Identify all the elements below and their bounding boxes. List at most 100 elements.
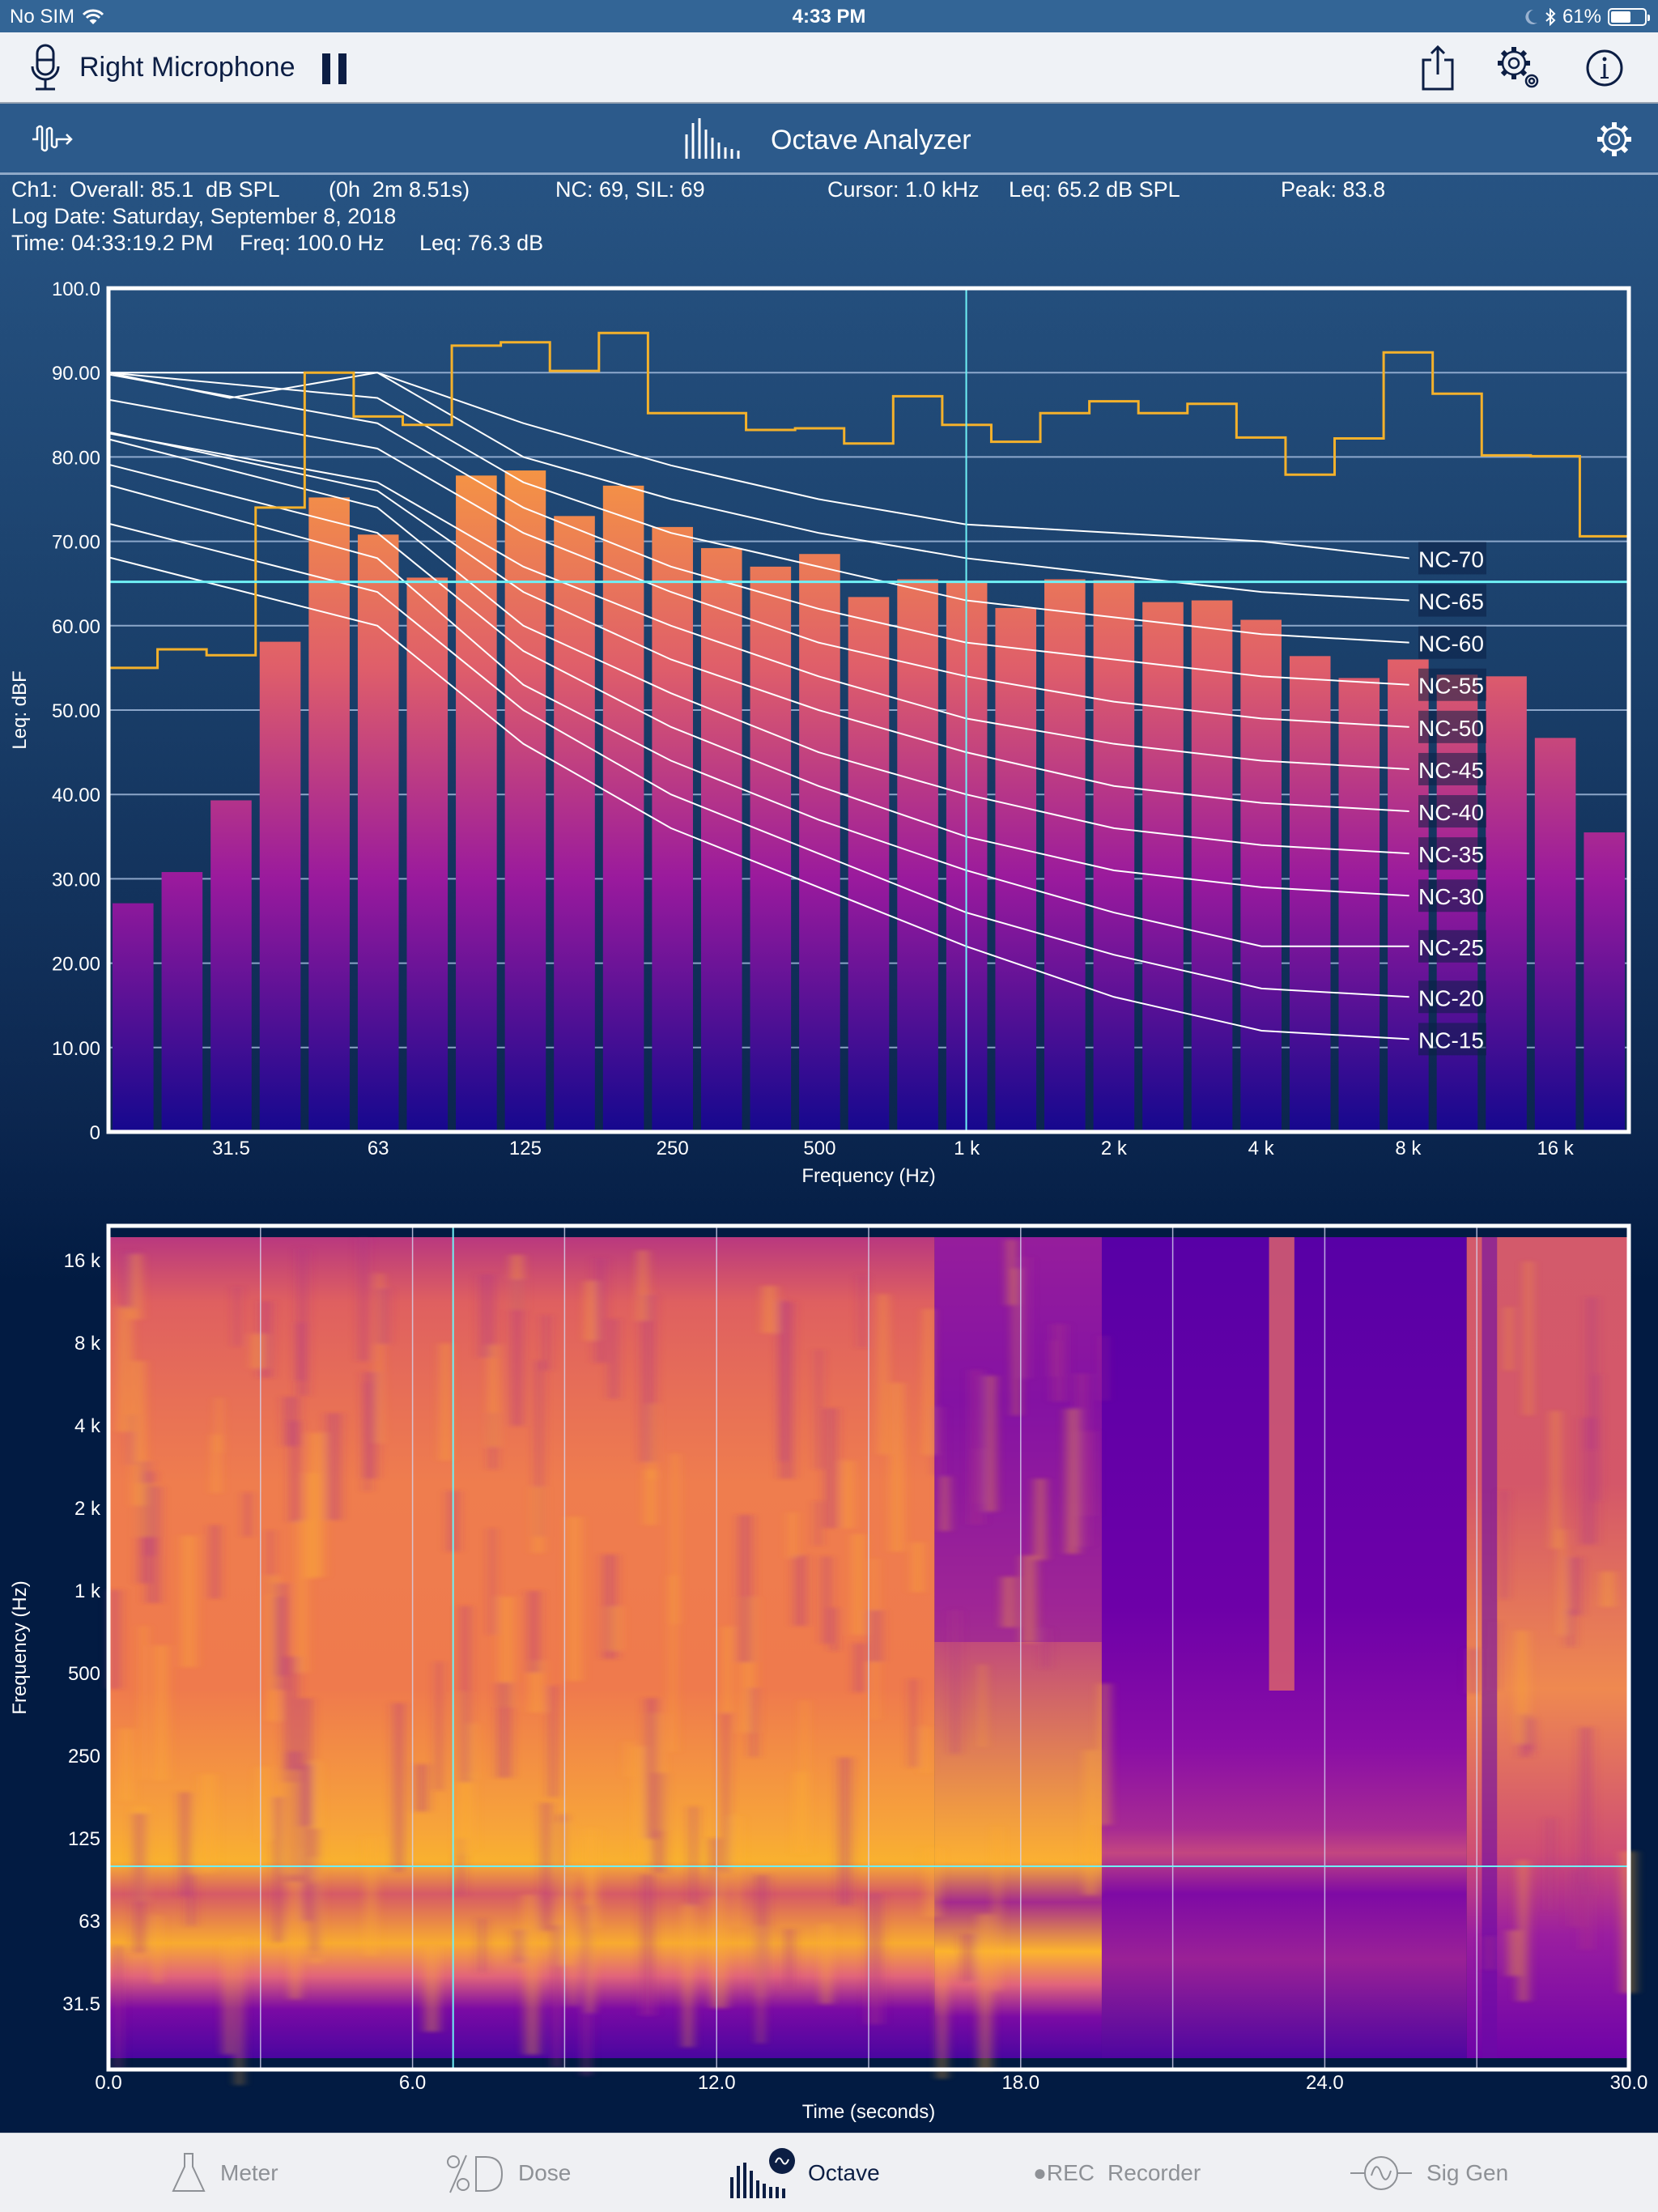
spectrogram-streak	[297, 1248, 308, 1397]
spectrogram-streak	[363, 1372, 378, 1479]
spectrogram-streak	[1022, 1257, 1030, 1379]
spectrogram-streak	[924, 1848, 941, 1917]
spectrogram-streak	[682, 1904, 693, 2048]
spectrogram-streak	[758, 1926, 763, 2044]
spectrogram-streak	[119, 1728, 134, 1801]
spectrogram-streak	[552, 1925, 561, 2068]
spectrogram-streak	[625, 1741, 631, 1777]
spectrogram-streak	[359, 1237, 368, 1362]
spectrogram-streak	[1524, 1261, 1533, 1416]
spectrogram-streak	[212, 1434, 220, 1494]
spectrogram-streak	[273, 1797, 283, 1943]
spectrogram-streak	[689, 1806, 698, 1906]
spectrogram-streak	[853, 1643, 865, 1693]
spectrogram-streak	[637, 1250, 648, 1321]
spectrogram-streak	[644, 1469, 657, 1525]
x-axis-label: Time (seconds)	[802, 2101, 935, 2123]
spectrogram-streak	[822, 1556, 831, 1644]
spectrogram-streak	[1515, 1631, 1529, 1744]
tab-label: Octave	[808, 2160, 880, 2185]
spectrogram-streak	[478, 1918, 486, 1973]
flask-icon	[172, 2153, 206, 2192]
spectrogram-streak	[140, 1626, 147, 1780]
tab-recorder[interactable]: ●REC Recorder	[1033, 2133, 1201, 2212]
spectrogram-streak	[722, 1712, 729, 1874]
spectrogram-chart[interactable]: 31.5 63 125 250 500 1 k 2 k 4 k 8 k 16 k 0.0 6.0 12.…	[0, 0, 1658, 2133]
spectrogram-streak	[116, 1306, 133, 1432]
spectrogram-streak	[784, 1929, 795, 1989]
spectrogram-streak	[779, 1300, 788, 1461]
spectrogram-streak	[138, 1482, 155, 1537]
y-tick-label: 250	[68, 1746, 100, 1767]
spectrogram-streak	[890, 1382, 904, 1552]
spectrogram-streak	[979, 1664, 986, 1747]
tab-dose[interactable]: Dose	[445, 2133, 571, 2212]
spectrogram-streak	[527, 1590, 541, 1673]
spectrogram-streak	[801, 1699, 808, 1846]
spectrogram-streak	[436, 1661, 442, 1791]
tab-sig-gen[interactable]: Sig Gen	[1349, 2133, 1508, 2212]
spectrogram-streak	[923, 1308, 933, 1455]
spectrogram-streak	[1507, 1930, 1520, 1976]
spectrogram-streak	[377, 1288, 389, 1345]
x-tick-label: 6.0	[399, 2072, 426, 2094]
spectrogram-streak	[950, 1610, 959, 1755]
spectrogram-streak	[733, 1815, 742, 1929]
spectrogram-streak	[496, 1682, 512, 1778]
spectrogram-streak	[640, 1874, 655, 2016]
y-tick-label: 1 k	[74, 1580, 101, 1602]
spectrogram-streak	[868, 1610, 882, 1662]
spectrogram-streak	[823, 1408, 838, 1529]
spectrogram-streak	[750, 1687, 758, 1758]
spectrogram-streak	[312, 1883, 317, 1951]
tab-meter[interactable]: Meter	[170, 2133, 278, 2212]
sine-generator-icon	[1350, 2156, 1412, 2190]
spectrogram-streak	[187, 1874, 195, 1926]
spectrogram-streak	[969, 1369, 983, 1525]
spectrogram-streak	[878, 1294, 888, 1455]
spectrogram-streak	[1600, 1572, 1616, 1607]
spectrogram-streak	[440, 1343, 452, 1461]
spectrogram-streak	[911, 1542, 925, 1593]
spectrogram-streak	[1099, 1683, 1111, 1825]
spectrogram-streak	[285, 1770, 300, 1874]
spectrogram-streak	[830, 1607, 838, 1652]
y-tick-label: 4 k	[74, 1415, 101, 1437]
spectrogram-streak	[859, 1274, 865, 1348]
spectrogram-streak	[1484, 1936, 1495, 1970]
spectrogram-streak	[1050, 1340, 1059, 1377]
spectrogram-streak	[1035, 1478, 1047, 1560]
spectrogram-streak	[940, 1476, 950, 1532]
spectrogram-streak	[1006, 1240, 1016, 1306]
spectrogram-streak	[306, 1472, 318, 1579]
spectrogram-streak	[994, 1826, 1001, 1991]
spectrogram-streak	[114, 1945, 122, 2069]
spectrogram-streak	[648, 1403, 656, 1480]
tab-octave[interactable]: Octave	[729, 2133, 880, 2212]
spectrogram-streak	[1501, 1490, 1507, 1599]
spectrogram-streak	[816, 1349, 822, 1470]
tab-label: Dose	[518, 2160, 572, 2185]
spectrogram-streak	[489, 1528, 495, 1636]
spectrogram-streak	[234, 1287, 240, 1346]
spectrogram-streak	[842, 1461, 854, 1529]
spectrogram-streak	[594, 1257, 606, 1363]
spectrogram-streak	[922, 1726, 930, 1774]
x-tick-label: 24.0	[1306, 2072, 1344, 2094]
spectrogram-streak	[1558, 1529, 1566, 1636]
spectrogram-streak	[633, 1746, 645, 1861]
spectrogram-streak	[365, 1836, 377, 1956]
y-tick-label: 31.5	[62, 1993, 100, 2015]
spectrogram-streak	[460, 1606, 470, 1783]
y-tick-label: 16 k	[64, 1250, 101, 1272]
spectrogram-streak	[393, 1703, 406, 1873]
spectrogram-streak	[934, 1406, 943, 1476]
x-tick-label: 30.0	[1610, 2072, 1648, 2094]
spectrogram-streak	[244, 1492, 251, 1537]
y-tick-label: 8 k	[74, 1333, 101, 1355]
bottom-tab-bar: Meter Dose Octave ●REC Recorder Sig Gen	[0, 2133, 1658, 2212]
spectrogram-streak	[524, 1952, 540, 2055]
octave-bars-icon	[730, 2148, 795, 2198]
spectrogram-streak	[711, 1870, 728, 2009]
spectrogram-streak	[532, 1487, 543, 1554]
